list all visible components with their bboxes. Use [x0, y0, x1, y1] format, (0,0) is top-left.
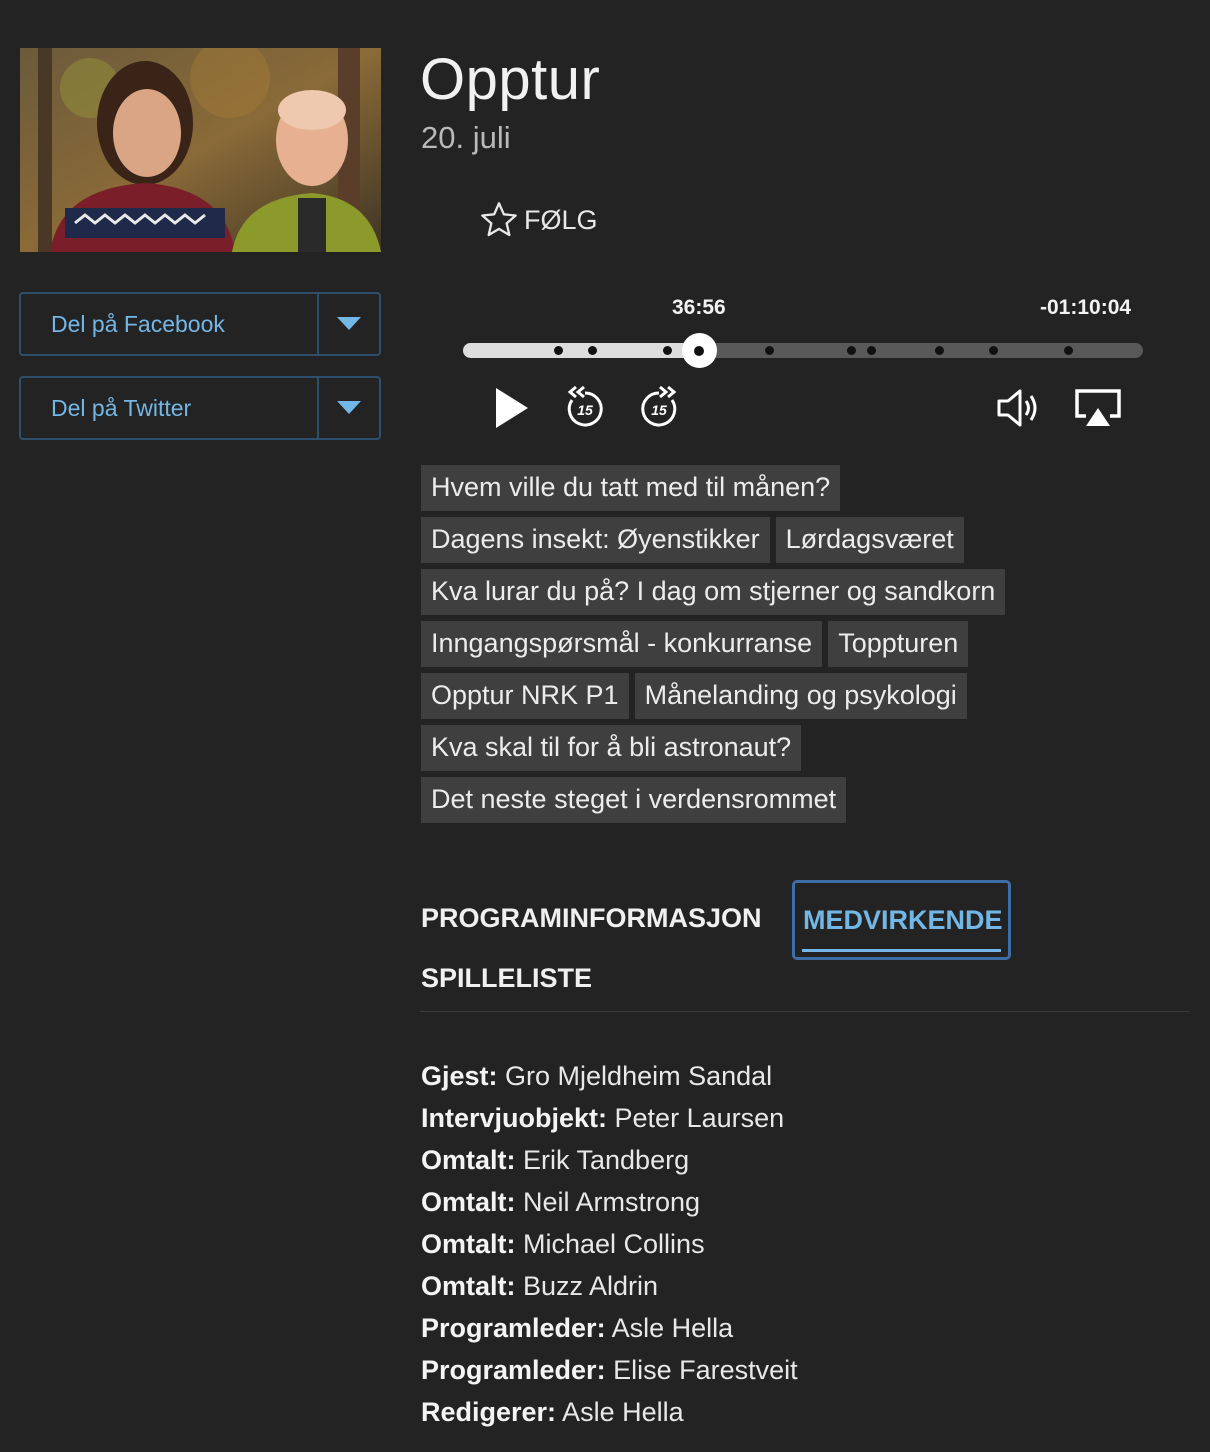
- tab-medvirkende[interactable]: MEDVIRKENDE: [792, 880, 1011, 960]
- share-twitter-dropdown[interactable]: [317, 378, 379, 438]
- credit-role: Redigerer:: [421, 1397, 557, 1427]
- current-time: 36:56: [672, 296, 726, 319]
- credit-name: Gro Mjeldheim Sandal: [497, 1061, 773, 1091]
- credit-name: Michael Collins: [515, 1229, 705, 1259]
- credits-list: Gjest: Gro Mjeldheim Sandal Intervjuobjek…: [421, 1055, 798, 1433]
- credit-role: Gjest:: [421, 1061, 498, 1091]
- chapter-chip[interactable]: Toppturen: [828, 621, 969, 667]
- divider: [420, 1011, 1190, 1012]
- follow-label: FØLG: [524, 204, 598, 235]
- chapter-marker[interactable]: [989, 346, 999, 355]
- credit-name: Elise Farestveit: [605, 1355, 798, 1385]
- chapter-chip[interactable]: Kva skal til for å bli astronaut?: [421, 725, 802, 771]
- program-title: Opptur: [420, 47, 601, 112]
- credit-item: Omtalt: Neil Armstrong: [421, 1181, 798, 1223]
- chevron-down-icon: [337, 401, 361, 414]
- credit-role: Omtalt:: [421, 1145, 516, 1175]
- chapter-marker[interactable]: [846, 346, 856, 355]
- chapter-marker[interactable]: [867, 346, 876, 355]
- play-button[interactable]: [492, 386, 530, 435]
- progress-bar[interactable]: [463, 333, 1143, 368]
- share-facebook-dropdown[interactable]: [317, 294, 379, 354]
- chapter-marker[interactable]: [1064, 346, 1074, 355]
- chapter-marker[interactable]: [663, 346, 672, 355]
- tab-programinformasjon[interactable]: PROGRAMINFORMASJON: [421, 903, 762, 934]
- program-image: [20, 48, 381, 252]
- chevron-down-icon: [337, 317, 361, 330]
- chapter-marker[interactable]: [765, 346, 774, 355]
- credit-item: Omtalt: Buzz Aldrin: [421, 1265, 798, 1307]
- credit-role: Programleder:: [421, 1355, 606, 1385]
- credit-role: Programleder:: [421, 1313, 606, 1343]
- chapter-row: Inngangspørsmål - konkurranse Toppturen: [421, 621, 1021, 667]
- credit-role: Omtalt:: [421, 1187, 516, 1217]
- progress-handle[interactable]: [681, 333, 717, 368]
- chapter-row: Kva skal til for å bli astronaut?: [421, 725, 1021, 771]
- credit-name: Asle Hella: [605, 1313, 734, 1343]
- chapter-chip[interactable]: Inngangspørsmål - konkurranse: [421, 621, 823, 667]
- remaining-time: -01:10:04: [1040, 296, 1132, 319]
- share-twitter-button[interactable]: Del på Twitter: [19, 376, 381, 440]
- chapter-row: Kva lurar du på? I dag om stjerner og sa…: [421, 569, 1021, 615]
- volume-button[interactable]: [996, 386, 1044, 435]
- chapter-chip[interactable]: Kva lurar du på? I dag om stjerner og sa…: [421, 569, 1006, 615]
- speaker-icon: [997, 389, 1037, 427]
- skip-forward-15-icon: 15: [641, 385, 677, 427]
- chapter-row: Dagens insekt: Øyenstikker Lørdagsværet: [421, 517, 1021, 563]
- share-facebook-button[interactable]: Del på Facebook: [19, 292, 381, 356]
- skip-back-button[interactable]: 15: [562, 382, 608, 437]
- chapter-chip[interactable]: Månelanding og psykologi: [634, 673, 967, 719]
- airplay-button[interactable]: [1074, 388, 1122, 433]
- chapter-chip[interactable]: Hvem ville du tatt med til månen?: [421, 465, 841, 511]
- chapter-chip[interactable]: Opptur NRK P1: [421, 673, 629, 719]
- credit-role: Intervjuobjekt:: [421, 1103, 608, 1133]
- tab-spilleliste[interactable]: SPILLELISTE: [421, 963, 592, 994]
- credit-name: Erik Tandberg: [515, 1145, 690, 1175]
- skip-forward-seconds: 15: [651, 402, 667, 418]
- credit-item: Programleder: Asle Hella: [421, 1307, 798, 1349]
- credit-item: Omtalt: Michael Collins: [421, 1223, 798, 1265]
- star-icon: [481, 202, 517, 237]
- share-facebook-label: Del på Facebook: [51, 310, 225, 337]
- chapter-chip[interactable]: Lørdagsværet: [775, 517, 964, 563]
- airplay-icon: [1075, 389, 1121, 426]
- skip-forward-button[interactable]: 15: [636, 382, 682, 437]
- tab-medvirkende-label: MEDVIRKENDE: [803, 905, 1003, 935]
- credit-role: Omtalt:: [421, 1229, 516, 1259]
- play-icon: [496, 388, 528, 428]
- credit-item: Omtalt: Erik Tandberg: [421, 1139, 798, 1181]
- follow-button[interactable]: FØLG: [478, 200, 598, 240]
- credit-item: Intervjuobjekt: Peter Laursen: [421, 1097, 798, 1139]
- chapter-marker[interactable]: [935, 346, 944, 355]
- chapter-row: Hvem ville du tatt med til månen?: [421, 465, 1021, 511]
- credit-name: Asle Hella: [556, 1397, 684, 1427]
- chapter-row: Det neste steget i verdensrommet: [421, 777, 1021, 823]
- skip-back-15-icon: 15: [567, 385, 603, 427]
- credit-role: Omtalt:: [421, 1271, 516, 1301]
- credit-item: Gjest: Gro Mjeldheim Sandal: [421, 1055, 798, 1097]
- chapter-row: Opptur NRK P1 Månelanding og psykologi: [421, 673, 1021, 719]
- credit-item: Redigerer: Asle Hella: [421, 1391, 798, 1433]
- credit-name: Buzz Aldrin: [515, 1271, 659, 1301]
- credit-name: Neil Armstrong: [515, 1187, 701, 1217]
- skip-back-seconds: 15: [577, 402, 593, 418]
- credit-name: Peter Laursen: [607, 1103, 785, 1133]
- chapter-list: Hvem ville du tatt med til månen? Dagens …: [421, 465, 1021, 829]
- chapter-chip[interactable]: Dagens insekt: Øyenstikker: [421, 517, 770, 563]
- chapter-chip[interactable]: Det neste steget i verdensrommet: [421, 777, 847, 823]
- share-twitter-label: Del på Twitter: [51, 394, 192, 421]
- episode-date: 20. juli: [421, 120, 511, 155]
- active-tab-underline: [802, 949, 1001, 952]
- credit-item: Programleder: Elise Farestveit: [421, 1349, 798, 1391]
